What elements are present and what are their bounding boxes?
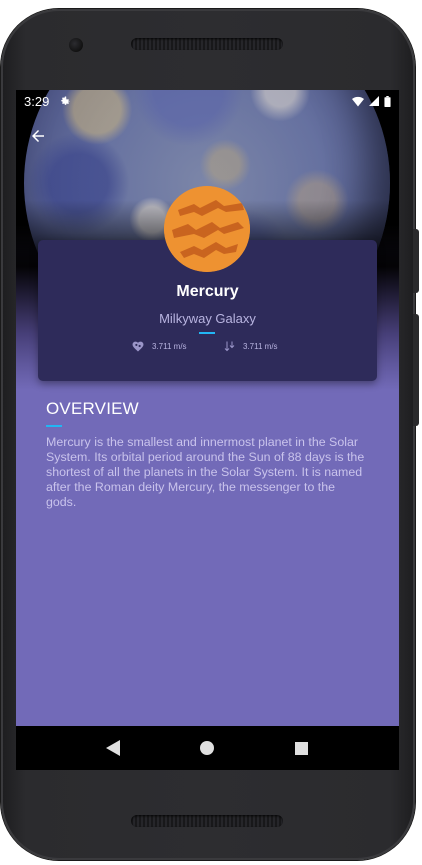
overview-divider	[46, 425, 62, 427]
gear-icon	[59, 95, 71, 107]
galaxy-name: Milkyway Galaxy	[159, 311, 256, 326]
status-bar: 3:29	[16, 90, 399, 112]
gravity-arrow-icon	[224, 341, 235, 352]
nav-home-button[interactable]	[195, 736, 219, 760]
card-divider	[199, 332, 215, 334]
signal-icon	[369, 96, 379, 106]
app-screen: 3:29 Mercury Milkyway Galaxy 3.711 m/s 3…	[16, 90, 399, 770]
stat-value: 3.711 m/s	[152, 341, 187, 351]
volume-button	[413, 314, 419, 426]
status-icons	[352, 95, 391, 107]
navigation-bar	[16, 726, 399, 770]
back-triangle-icon	[106, 740, 121, 756]
front-camera	[69, 38, 83, 52]
overview-title: OVERVIEW	[46, 399, 139, 418]
planet-name: Mercury	[176, 283, 239, 300]
arrow-left-icon	[32, 130, 44, 142]
top-speaker	[131, 38, 283, 50]
planet-crack-pattern	[164, 186, 250, 272]
stat-item: 3.711 m/s	[131, 340, 187, 352]
overview-text: Mercury is the smallest and innermost pl…	[46, 435, 365, 509]
nav-back-button[interactable]	[101, 736, 125, 760]
bottom-speaker	[131, 815, 283, 827]
planet-stats: 3.711 m/s 3.711 m/s	[38, 340, 377, 356]
stat-value: 3.711 m/s	[243, 341, 278, 351]
planet-thumbnail	[164, 186, 250, 272]
status-time: 3:29	[24, 93, 50, 109]
power-button	[413, 229, 419, 293]
battery-icon	[384, 95, 391, 107]
home-circle-icon	[200, 741, 215, 755]
stat-item: 3.711 m/s	[224, 340, 278, 352]
wifi-icon	[352, 96, 364, 106]
heart-icon	[132, 341, 144, 352]
nav-recents-button[interactable]	[290, 736, 314, 760]
back-button[interactable]	[26, 124, 50, 148]
recents-square-icon	[295, 741, 309, 755]
